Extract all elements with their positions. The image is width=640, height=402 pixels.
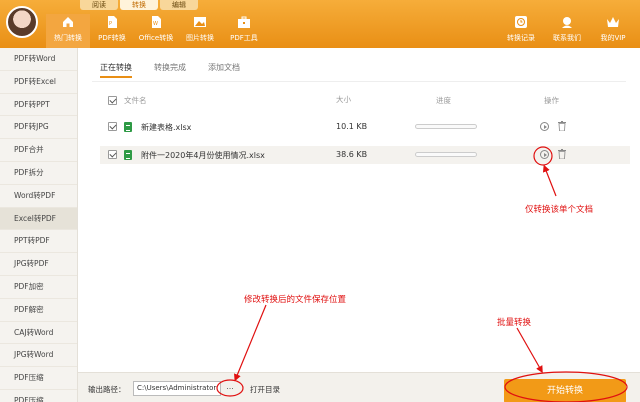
nav-label: 联系我们 <box>553 34 581 42</box>
row-checkbox[interactable] <box>108 122 117 131</box>
table-row: 附件一2020年4月份使用情况.xlsx 38.6 KB <box>100 146 630 164</box>
svg-text:P: P <box>109 21 112 27</box>
nav-vip[interactable]: 我的VIP <box>590 14 636 48</box>
sidebar-item-jpg-to-word[interactable]: JPG转Word <box>0 344 77 368</box>
select-all-checkbox[interactable] <box>108 96 117 105</box>
file-size: 10.1 KB <box>336 122 368 131</box>
output-path-label: 输出路径： <box>88 385 126 394</box>
sidebar-item-jpg-to-pdf[interactable]: JPG转PDF <box>0 253 77 276</box>
sidebar-item-pdf-to-ppt[interactable]: PDF转PPT <box>0 94 77 117</box>
progress-bar <box>415 152 477 157</box>
sidebar-item-pdf-to-excel[interactable]: PDF转Excel <box>0 71 77 94</box>
sidebar-item-pdf-encrypt[interactable]: PDF加密 <box>0 276 77 299</box>
bottom-bar: 输出路径： C:\Users\Administrator ... 打开目录 开始… <box>78 372 640 402</box>
sidebar-item-caj-to-word[interactable]: CAJ转Word <box>0 322 77 345</box>
delete-icon[interactable] <box>558 149 566 160</box>
convert-single-button[interactable] <box>540 150 549 159</box>
main-panel: 正在转换 转换完成 添加文档 文件名 大小 进度 操作 新建表格.xlsx 10… <box>78 48 640 402</box>
sidebar-item-pdf-to-jpg[interactable]: PDF转JPG <box>0 116 77 140</box>
nav-history[interactable]: 转换记录 <box>498 14 544 48</box>
nav-pdf-tools[interactable]: PDF工具 <box>222 14 266 48</box>
sidebar-item-word-to-pdf[interactable]: Word转PDF <box>0 185 77 208</box>
annotation-single-convert: 仅转换该单个文档 <box>525 205 594 215</box>
table-header: 文件名 大小 进度 操作 <box>100 94 630 108</box>
mode-tabs: 阅读 转换 编辑 <box>80 0 200 10</box>
tab-converting[interactable]: 正在转换 <box>100 62 132 78</box>
convert-single-button[interactable] <box>540 122 549 131</box>
right-nav: 转换记录 联系我们 我的VIP <box>498 14 636 48</box>
col-size: 大小 <box>336 95 351 104</box>
toolbox-icon <box>237 15 251 29</box>
main-nav: 热门转换 P PDF转换 W Office转换 图片转换 PDF工具 <box>46 14 266 48</box>
col-action: 操作 <box>544 96 559 105</box>
nav-office-convert[interactable]: W Office转换 <box>134 14 178 48</box>
open-directory-link[interactable]: 打开目录 <box>250 384 280 395</box>
excel-file-icon <box>124 150 132 160</box>
nav-label: 转换记录 <box>507 34 535 42</box>
nav-label: PDF转换 <box>98 34 126 42</box>
file-size: 38.6 KB <box>336 150 368 159</box>
start-convert-button[interactable]: 开始转换 <box>504 379 626 402</box>
sidebar-item-ppt-to-pdf[interactable]: PPT转PDF <box>0 230 77 254</box>
nav-label: PDF工具 <box>230 34 258 42</box>
tab-convert[interactable]: 转换 <box>120 0 158 10</box>
nav-image-convert[interactable]: 图片转换 <box>178 14 222 48</box>
col-progress: 进度 <box>436 96 451 105</box>
clock-icon <box>514 15 528 29</box>
sidebar-item-pdf-compress-2[interactable]: PDF压缩 <box>0 390 77 402</box>
nav-contact[interactable]: 联系我们 <box>544 14 590 48</box>
file-name: 附件一2020年4月份使用情况.xlsx <box>141 151 265 160</box>
tab-read[interactable]: 阅读 <box>80 0 118 10</box>
col-name: 文件名 <box>124 96 147 105</box>
sidebar-item-excel-to-pdf[interactable]: Excel转PDF <box>0 207 77 231</box>
divider <box>92 81 626 82</box>
svg-text:W: W <box>153 21 158 27</box>
nav-pdf-convert[interactable]: P PDF转换 <box>90 14 134 48</box>
sidebar-item-pdf-compress[interactable]: PDF压缩 <box>0 367 77 390</box>
nav-label: 热门转换 <box>54 34 82 42</box>
output-path-field[interactable]: C:\Users\Administrator <box>133 381 221 396</box>
tab-add-document[interactable]: 添加文档 <box>208 62 240 78</box>
table-row: 新建表格.xlsx 10.1 KB <box>100 118 630 136</box>
sidebar-item-pdf-to-word[interactable]: PDF转Word <box>0 48 77 71</box>
nav-label: 图片转换 <box>186 34 214 42</box>
word-file-icon: W <box>149 15 163 29</box>
avatar[interactable] <box>6 6 38 38</box>
crown-icon <box>606 15 620 29</box>
sidebar-item-pdf-split[interactable]: PDF拆分 <box>0 162 77 185</box>
nav-hot-convert[interactable]: 热门转换 <box>46 14 90 48</box>
top-header: 阅读 转换 编辑 热门转换 P PDF转换 W Office转换 图片转换 PD… <box>0 0 640 48</box>
sidebar: PDF转Word PDF转Excel PDF转PPT PDF转JPG PDF合并… <box>0 48 78 402</box>
row-checkbox[interactable] <box>108 150 117 159</box>
sub-tabs: 正在转换 转换完成 添加文档 <box>100 62 262 78</box>
headset-icon <box>560 15 574 29</box>
sidebar-item-pdf-decrypt[interactable]: PDF解密 <box>0 299 77 322</box>
nav-label: 我的VIP <box>600 34 626 42</box>
nav-label: Office转换 <box>138 34 174 42</box>
annotation-batch-convert: 批量转换 <box>497 318 532 328</box>
file-name: 新建表格.xlsx <box>141 123 192 132</box>
tab-edit[interactable]: 编辑 <box>160 0 198 10</box>
tab-completed[interactable]: 转换完成 <box>154 62 186 78</box>
progress-bar <box>415 124 477 129</box>
image-icon <box>193 15 207 29</box>
delete-icon[interactable] <box>558 121 566 132</box>
excel-file-icon <box>124 122 132 132</box>
annotation-save-path: 修改转换后的文件保存位置 <box>244 295 347 305</box>
sidebar-item-pdf-merge[interactable]: PDF合并 <box>0 139 77 162</box>
home-icon <box>61 15 75 29</box>
pdf-file-icon: P <box>105 15 119 29</box>
browse-button[interactable]: ... <box>223 382 237 395</box>
